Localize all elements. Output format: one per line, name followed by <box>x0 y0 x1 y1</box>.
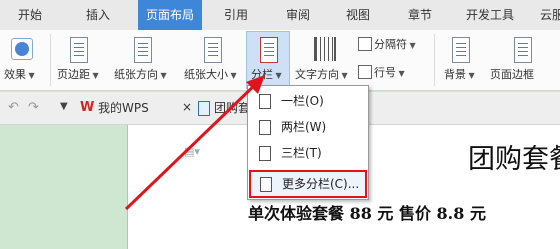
page-border-label: 页面边框 <box>490 68 534 81</box>
line-numbers-label: 行号 <box>374 66 396 79</box>
columns-icon <box>260 37 278 63</box>
chevron-down-icon: ▼ <box>339 71 348 80</box>
text-direction-label: 文字方向 <box>295 68 339 81</box>
chevron-down-icon: ▼ <box>90 71 99 80</box>
tab-insert[interactable]: 插入 <box>76 0 120 30</box>
effects-label: 效果 <box>4 68 26 81</box>
line-numbers-icon <box>358 65 372 79</box>
background-label: 背景 <box>444 68 466 81</box>
paper-size-icon <box>204 37 222 63</box>
chevron-down-icon: ▼ <box>273 71 282 80</box>
orientation-label: 纸张方向 <box>114 68 158 81</box>
menu-item-label: 一栏(O) <box>281 94 324 108</box>
text-direction-icon <box>314 37 336 61</box>
menu-item-one-column[interactable]: 一栏(O) <box>250 89 366 113</box>
undo-icon[interactable]: ↶ <box>8 100 19 115</box>
page-border-icon <box>514 37 532 63</box>
margins-label: 页边距 <box>57 68 90 81</box>
columns-button[interactable]: 分栏 ▼ <box>246 31 290 89</box>
tab-references[interactable]: 引用 <box>214 0 258 30</box>
orientation-icon <box>134 37 152 63</box>
close-icon[interactable]: × <box>182 100 192 114</box>
line-numbers-button[interactable]: 行号 ▼ <box>356 62 422 82</box>
menu-item-two-columns[interactable]: 两栏(W) <box>250 115 366 139</box>
document-title: 团购套餐 <box>468 144 560 175</box>
more-columns-icon <box>260 177 272 192</box>
chevron-down-icon: ▼ <box>396 69 405 78</box>
chevron-down-icon[interactable]: ▼ <box>60 101 68 112</box>
tab-page-layout[interactable]: 页面布局 <box>138 0 202 30</box>
tab-my-wps[interactable]: W 我的WPS <box>80 96 176 120</box>
text-direction-button[interactable]: 文字方向 ▼ <box>292 32 354 86</box>
tab-my-wps-label: 我的WPS <box>98 101 149 115</box>
tab-review[interactable]: 审阅 <box>276 0 320 30</box>
tab-developer[interactable]: 开发工具 <box>458 0 522 30</box>
ribbon-tab-bar: 开始 插入 页面布局 引用 审阅 视图 章节 开发工具 云服 <box>0 0 560 31</box>
chevron-down-icon: ▼ <box>26 71 35 80</box>
document-icon <box>198 101 210 116</box>
chevron-down-icon: ▼ <box>228 71 237 80</box>
margins-button[interactable]: 页边距 ▼ <box>54 32 102 86</box>
separator-label: 分隔符 <box>374 38 407 51</box>
redo-icon[interactable]: ↷ <box>28 100 39 115</box>
separator-icon <box>358 37 372 51</box>
paper-size-button[interactable]: 纸张大小 ▼ <box>182 32 244 86</box>
effects-button[interactable]: 效果 ▼ <box>2 32 46 86</box>
separator-button[interactable]: 分隔符 ▼ <box>356 34 422 54</box>
wps-logo-icon: W <box>80 100 95 115</box>
menu-item-label: 两栏(W) <box>281 120 327 134</box>
margins-icon <box>70 37 88 63</box>
chevron-down-icon: ▼ <box>407 41 416 50</box>
menu-item-label: 三栏(T) <box>281 146 322 160</box>
tab-view[interactable]: 视图 <box>336 0 380 30</box>
effects-icon <box>11 38 33 60</box>
divider <box>434 34 435 86</box>
background-button[interactable]: 背景 ▼ <box>440 32 484 86</box>
document-line: 单次体验套餐 88 元 售价 8.8 元 <box>248 204 486 223</box>
one-column-icon <box>259 94 271 109</box>
paper-size-label: 纸张大小 <box>184 68 228 81</box>
menu-item-more-columns[interactable]: 更多分栏(C)... <box>249 170 367 198</box>
three-columns-icon <box>259 146 271 161</box>
divider <box>50 34 51 86</box>
chevron-down-icon: ▼ <box>466 71 475 80</box>
menu-item-label: 更多分栏(C)... <box>282 177 360 191</box>
page-border-button[interactable]: 页面边框 <box>490 32 560 86</box>
menu-item-three-columns[interactable]: 三栏(T) <box>250 141 366 165</box>
tab-chapter[interactable]: 章节 <box>398 0 442 30</box>
columns-dropdown-menu: 一栏(O) 两栏(W) 三栏(T) 更多分栏(C)... <box>247 85 369 200</box>
background-icon <box>452 37 470 63</box>
tab-home[interactable]: 开始 <box>8 0 52 30</box>
two-columns-icon <box>259 120 271 135</box>
columns-label: 分栏 <box>251 68 273 81</box>
ribbon: 效果 ▼ 页边距 ▼ 纸张方向 ▼ 纸张大小 ▼ 分栏 ▼ 文字方向 ▼ 分隔符… <box>0 30 560 91</box>
paste-options-icon[interactable]: ▤▾ <box>184 145 200 158</box>
tab-cloud[interactable]: 云服 <box>532 0 560 30</box>
chevron-down-icon: ▼ <box>158 71 167 80</box>
orientation-button[interactable]: 纸张方向 ▼ <box>112 32 176 86</box>
